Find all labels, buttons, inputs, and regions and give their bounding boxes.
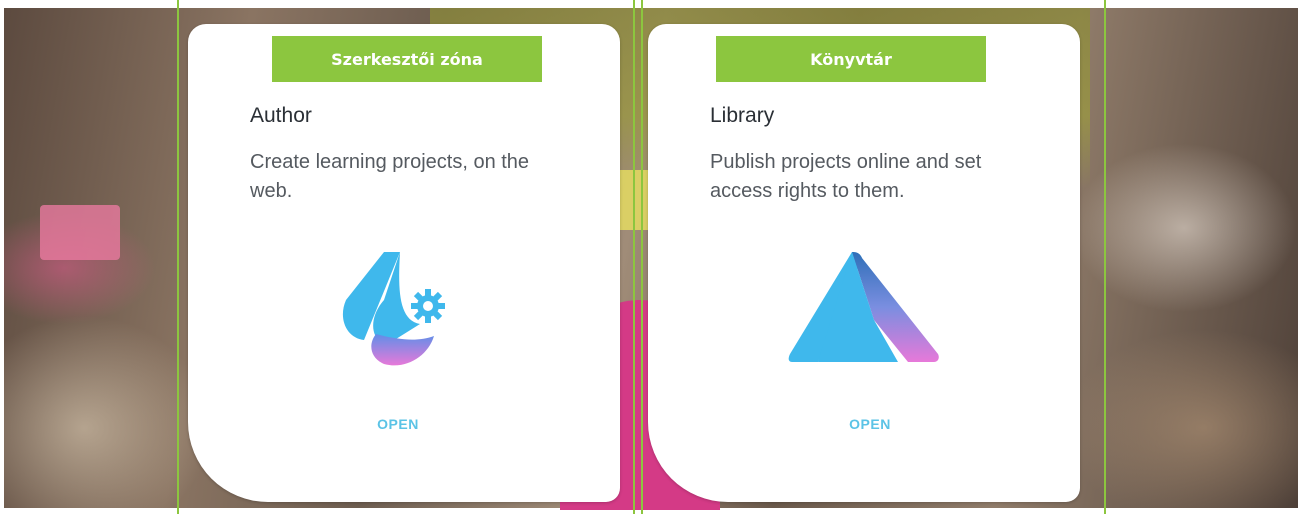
library-logo-icon — [788, 252, 939, 362]
author-card[interactable]: Szerkesztői zóna Author Create learning … — [188, 24, 620, 502]
card-description: Create learning projects, on the web. — [250, 151, 530, 202]
card-badge: Szerkesztői zóna — [272, 36, 542, 82]
guide-line — [177, 0, 179, 514]
card-badge: Könyvtár — [716, 36, 986, 82]
guide-line — [641, 0, 643, 514]
card-title: Author — [250, 104, 312, 127]
open-library-button[interactable]: OPEN — [820, 416, 920, 432]
author-logo-icon — [342, 252, 445, 366]
library-card[interactable]: Könyvtár Library Publish projects online… — [648, 24, 1080, 502]
guide-line — [633, 0, 635, 514]
card-description: Publish projects online and set access r… — [710, 151, 982, 202]
background-patch — [620, 170, 650, 230]
open-author-button[interactable]: OPEN — [348, 416, 448, 432]
background-pink-block — [40, 205, 120, 260]
card-title: Library — [710, 104, 775, 127]
guide-line — [1104, 0, 1106, 514]
